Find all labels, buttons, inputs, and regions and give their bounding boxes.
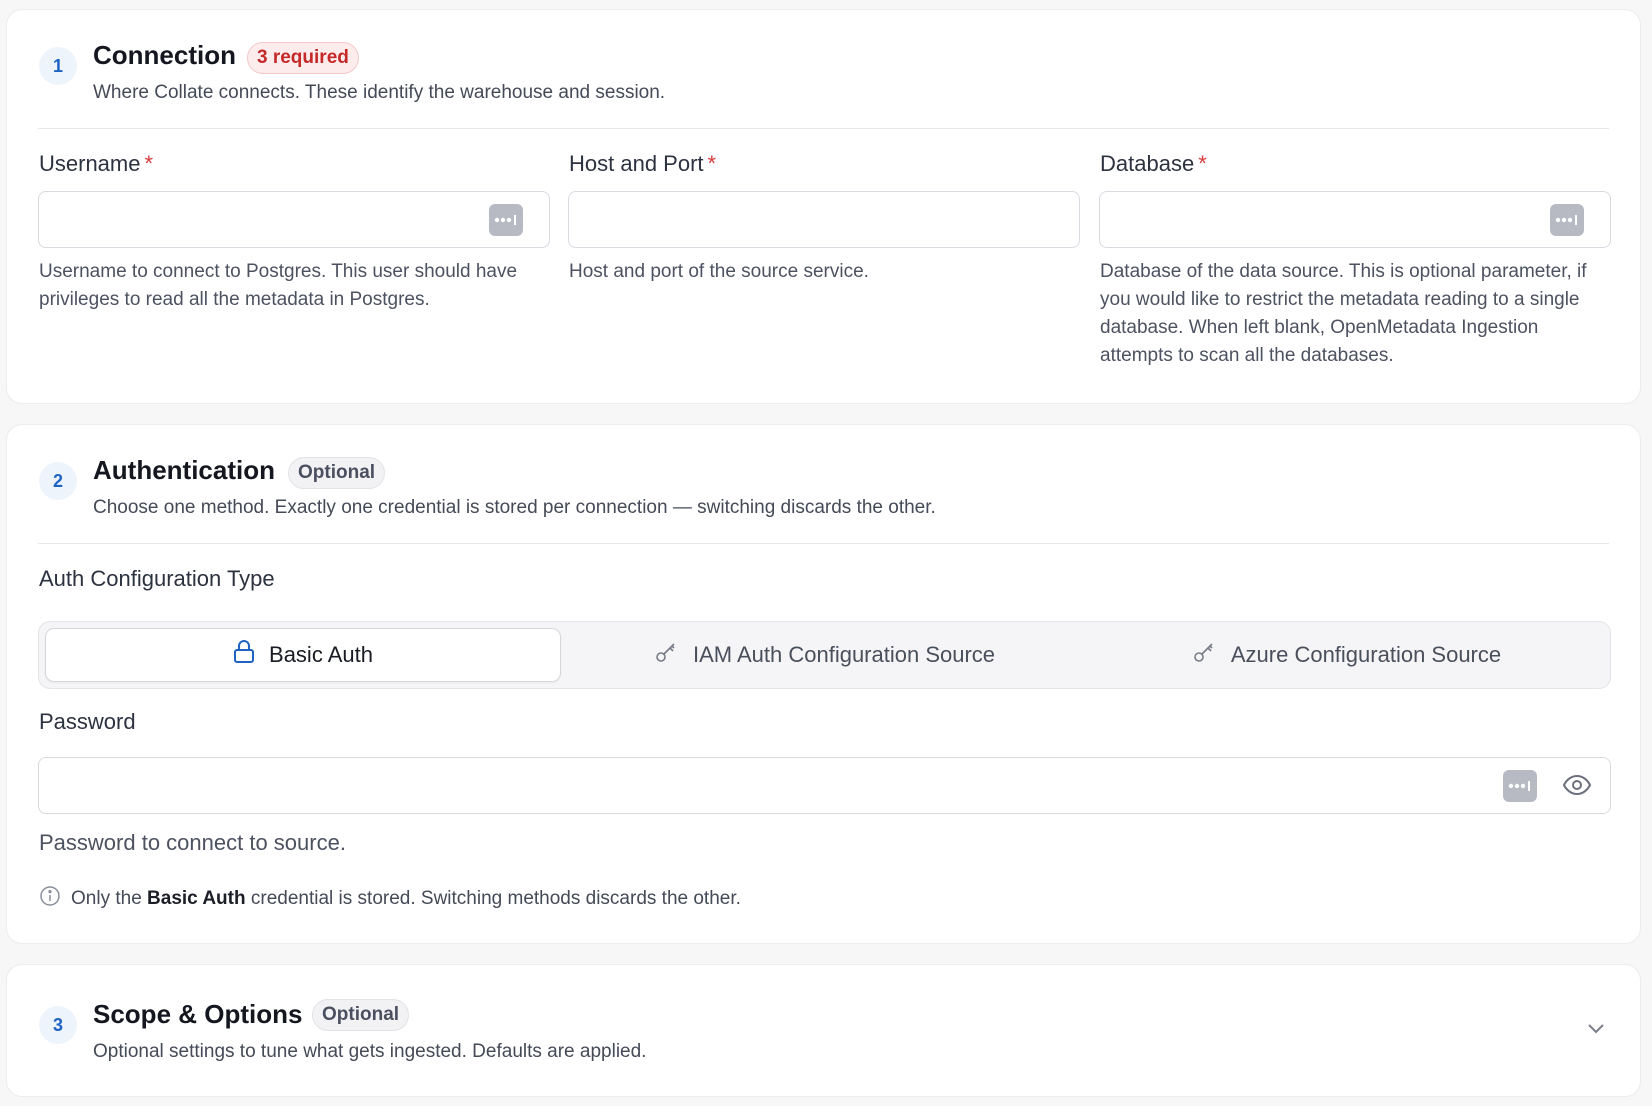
username-input[interactable] xyxy=(38,191,550,248)
password-manager-icon[interactable] xyxy=(489,204,523,236)
password-label: Password xyxy=(39,709,136,734)
auth-type-selector: Basic Auth IAM Auth Configuration Source… xyxy=(38,621,1611,689)
host-port-help: Host and port of the source service. xyxy=(569,261,869,282)
authentication-section: 2 Authentication Optional Choose one met… xyxy=(6,424,1641,944)
host-port-input[interactable] xyxy=(568,191,1080,248)
divider xyxy=(38,128,1609,129)
host-port-label: Host and Port * xyxy=(569,151,717,176)
info-icon xyxy=(39,885,61,913)
username-help: Username to connect to Postgres. This us… xyxy=(39,261,518,310)
required-asterisk: * xyxy=(1198,151,1207,176)
required-asterisk: * xyxy=(144,151,154,176)
optional-badge: Optional xyxy=(312,999,410,1031)
auth-option-iam[interactable]: IAM Auth Configuration Source xyxy=(567,628,1083,682)
eye-icon[interactable] xyxy=(1562,774,1592,801)
section-title: Authentication xyxy=(93,455,275,485)
username-label: Username * xyxy=(39,151,154,176)
connection-section: 1 Connection 3 required Where Collate co… xyxy=(6,9,1641,404)
key-icon xyxy=(1193,640,1217,670)
step-number: 2 xyxy=(39,462,77,500)
auth-type-label: Auth Configuration Type xyxy=(39,566,275,591)
storage-note: Only the Basic Auth credential is stored… xyxy=(39,885,741,913)
step-number: 3 xyxy=(39,1006,77,1044)
section-description: Optional settings to tune what gets inge… xyxy=(93,1041,647,1062)
required-asterisk: * xyxy=(707,151,717,176)
step-number: 1 xyxy=(39,47,77,85)
divider xyxy=(38,543,1609,544)
chevron-down-icon[interactable] xyxy=(1586,1021,1606,1040)
auth-option-azure[interactable]: Azure Configuration Source xyxy=(1089,628,1605,682)
password-input[interactable] xyxy=(38,757,1611,814)
database-help: Database of the data source. This is opt… xyxy=(1100,261,1587,366)
database-label: Database * xyxy=(1100,151,1207,176)
section-title: Scope & Options xyxy=(93,999,303,1029)
scope-options-section[interactable]: 3 Scope & Options Optional Optional sett… xyxy=(6,964,1641,1097)
password-manager-icon[interactable] xyxy=(1503,770,1537,802)
password-help: Password to connect to source. xyxy=(39,830,346,855)
lock-icon xyxy=(233,640,255,670)
database-input[interactable] xyxy=(1099,191,1611,248)
key-icon xyxy=(655,640,679,670)
section-description: Choose one method. Exactly one credentia… xyxy=(93,497,936,518)
section-description: Where Collate connects. These identify t… xyxy=(93,82,666,103)
section-title: Connection xyxy=(93,40,236,70)
required-count-badge: 3 required xyxy=(247,42,359,74)
optional-badge: Optional xyxy=(288,457,386,489)
password-manager-icon[interactable] xyxy=(1550,204,1584,236)
auth-option-basic[interactable]: Basic Auth xyxy=(45,628,561,682)
